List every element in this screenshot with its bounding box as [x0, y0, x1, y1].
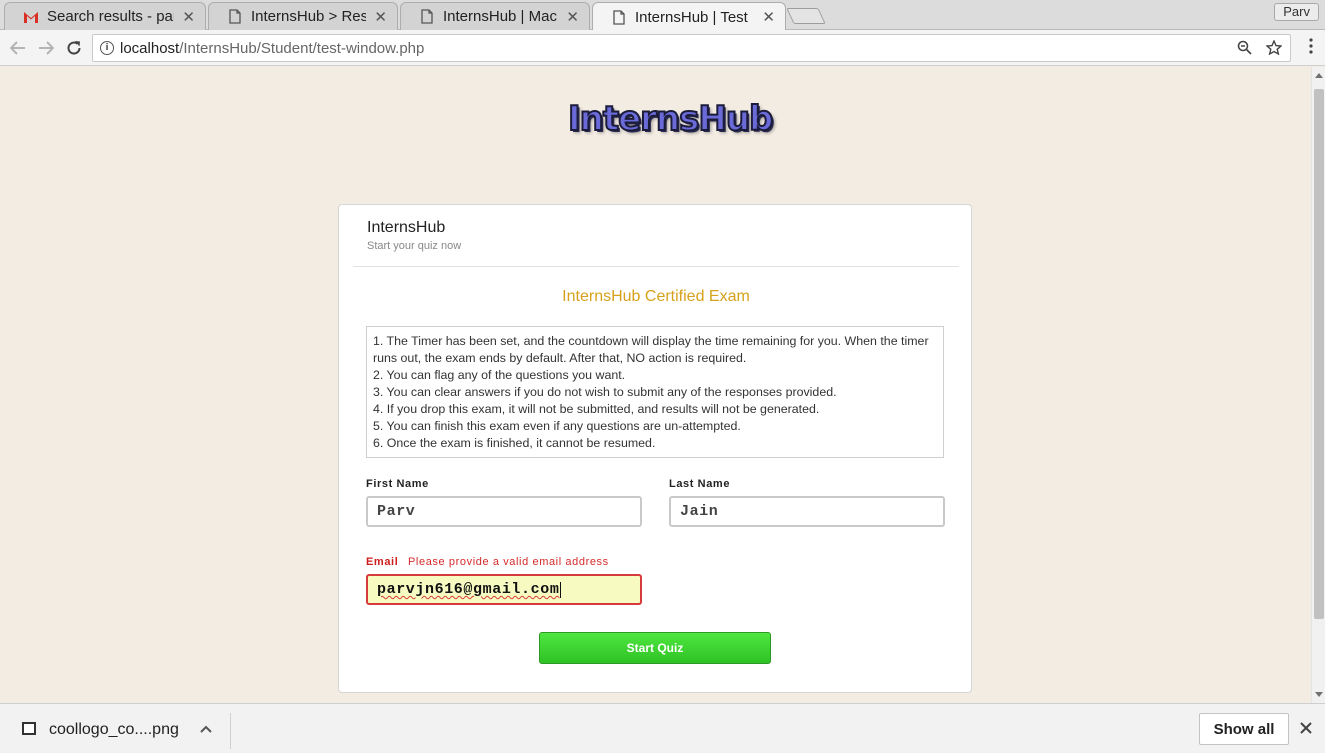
- email-label: Email: [366, 556, 399, 568]
- first-name-field[interactable]: Parv: [366, 496, 642, 527]
- scrollbar-thumb[interactable]: [1314, 89, 1324, 619]
- text-caret: [560, 581, 562, 598]
- rule-item: 1. The Timer has been set, and the count…: [373, 334, 929, 365]
- rule-item: 6. Once the exam is finished, it cannot …: [373, 436, 656, 450]
- rule-item: 2. You can flag any of the questions you…: [373, 368, 626, 382]
- tab-title: Search results - parv: [47, 8, 175, 25]
- card-title: InternsHub: [367, 219, 446, 236]
- file-icon: [22, 722, 36, 735]
- tab-strip: Search results - parv ✕ InternsHub > Res…: [0, 0, 1325, 31]
- browser-toolbar: i localhost/InternsHub/Student/test-wind…: [0, 30, 1325, 66]
- start-quiz-button[interactable]: Start Quiz: [539, 632, 771, 664]
- gmail-icon: [23, 9, 39, 25]
- page-icon: [227, 9, 243, 25]
- tab-internshub-test[interactable]: InternsHub | Test ✕: [592, 2, 786, 31]
- page-icon: [611, 9, 627, 25]
- exam-title: InternsHub Certified Exam: [562, 288, 750, 305]
- profile-button[interactable]: Parv: [1274, 3, 1319, 21]
- chevron-up-icon[interactable]: [200, 720, 212, 736]
- show-all-button[interactable]: Show all: [1199, 713, 1289, 745]
- close-tab-icon[interactable]: ✕: [762, 8, 775, 26]
- last-name-field[interactable]: Jain: [669, 496, 945, 527]
- divider: [353, 266, 959, 267]
- tab-title: InternsHub > Result: [251, 8, 367, 25]
- menu-icon[interactable]: [1309, 38, 1313, 59]
- rules-box: 1. The Timer has been set, and the count…: [366, 326, 944, 458]
- email-field[interactable]: parvjn616@gmail.com: [366, 574, 642, 605]
- rule-item: 3. You can clear answers if you do not w…: [373, 385, 837, 399]
- address-bar[interactable]: i localhost/InternsHub/Student/test-wind…: [92, 34, 1291, 62]
- forward-icon[interactable]: [36, 38, 56, 58]
- url-text: localhost/InternsHub/Student/test-window…: [120, 40, 424, 57]
- download-shelf: coollogo_co....png Show all: [0, 703, 1325, 753]
- page-icon: [419, 9, 435, 25]
- quiz-card: InternsHub Start your quiz now InternsHu…: [338, 204, 972, 693]
- url-path: /InternsHub/Student/test-window.php: [179, 39, 425, 57]
- close-tab-icon[interactable]: ✕: [566, 8, 579, 26]
- rule-item: 5. You can finish this exam even if any …: [373, 419, 741, 433]
- email-error-message: Please provide a valid email address: [408, 556, 609, 568]
- tab-title: InternsHub | Machi: [443, 8, 559, 25]
- close-tab-icon[interactable]: ✕: [182, 8, 195, 26]
- page-content: InternsHub InternsHub Start your quiz no…: [0, 67, 1311, 703]
- tab-internshub-machine[interactable]: InternsHub | Machi ✕: [400, 2, 590, 30]
- zoom-icon[interactable]: [1237, 40, 1252, 60]
- new-tab-button[interactable]: [786, 8, 826, 24]
- close-icon[interactable]: [1300, 718, 1312, 739]
- tab-gmail[interactable]: Search results - parv ✕: [4, 2, 206, 30]
- scroll-up-icon[interactable]: [1315, 73, 1323, 78]
- last-name-label: Last Name: [669, 478, 731, 490]
- scroll-down-icon[interactable]: [1315, 692, 1323, 697]
- url-host: localhost: [120, 39, 180, 57]
- download-filename[interactable]: coollogo_co....png: [49, 721, 179, 739]
- bookmark-star-icon[interactable]: [1265, 39, 1283, 60]
- reload-icon[interactable]: [64, 38, 84, 58]
- divider: [230, 713, 231, 749]
- page-scrollbar[interactable]: [1311, 67, 1325, 703]
- card-subtitle: Start your quiz now: [367, 240, 462, 252]
- tab-internshub-result[interactable]: InternsHub > Result ✕: [208, 2, 398, 30]
- rule-item: 4. If you drop this exam, it will not be…: [373, 402, 820, 416]
- close-tab-icon[interactable]: ✕: [374, 8, 387, 26]
- internshub-logo: InternsHub: [567, 98, 774, 140]
- info-icon[interactable]: i: [100, 41, 114, 55]
- tab-title: InternsHub | Test: [635, 8, 748, 26]
- email-value: parvjn616@gmail.com: [377, 581, 560, 598]
- back-icon[interactable]: [8, 38, 28, 58]
- first-name-label: First Name: [366, 478, 429, 490]
